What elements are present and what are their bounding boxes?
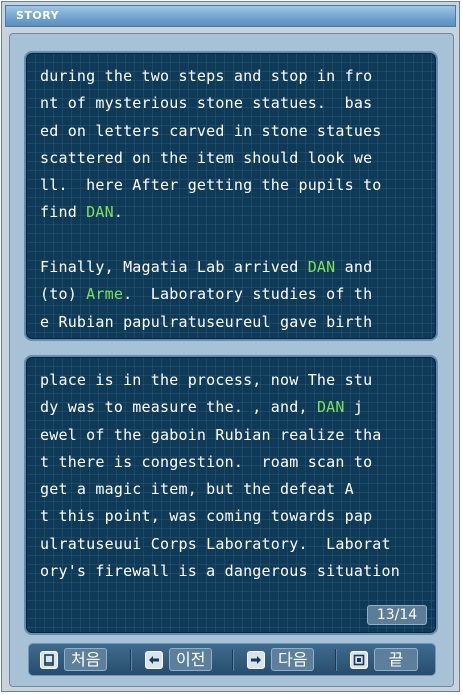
story-text-segment: ory's firewall is a dangerous situation bbox=[40, 562, 400, 581]
story-text-segment: find bbox=[40, 203, 87, 222]
nav-divider bbox=[130, 649, 132, 671]
story-text-segment: ed on letters carved in stone statues bbox=[40, 121, 382, 140]
end-button[interactable]: 끝 bbox=[341, 647, 418, 672]
story-line: get a magic item, but the defeat A bbox=[40, 476, 420, 503]
next-button[interactable]: 다음 bbox=[238, 647, 315, 672]
story-text-segment: place is in the process, now The stu bbox=[40, 371, 373, 389]
story-text-segment: scattered on the item should look we bbox=[40, 148, 373, 167]
story-text-bottom: place is in the process, now The stu dy w… bbox=[40, 367, 420, 585]
story-line: during the two steps and stop in fro bbox=[40, 63, 420, 90]
highlighted-name: DAN bbox=[316, 398, 345, 417]
story-text-segment: ulratuseuui Corps Laboratory. Laborat bbox=[40, 534, 391, 553]
next-arrow-icon bbox=[247, 650, 265, 669]
story-line: scattered on the item should look we bbox=[40, 145, 420, 172]
prev-button[interactable]: 이전 bbox=[136, 647, 213, 672]
story-line: find DAN. bbox=[40, 199, 420, 226]
story-line: e Rubian papulratuseureul gave birth bbox=[40, 309, 420, 336]
story-line: ory's firewall is a dangerous situation bbox=[40, 558, 420, 585]
story-text-segment: and bbox=[335, 258, 373, 277]
story-text-segment: . Laboratory studies of th bbox=[123, 285, 373, 304]
prev-arrow-icon bbox=[145, 650, 163, 669]
story-text-segment: j bbox=[344, 398, 364, 417]
nav-bar: 처음 이전 다음 끝 bbox=[28, 643, 436, 676]
story-line: ed on letters carved in stone statues bbox=[40, 118, 420, 145]
story-line: t this point, was coming towards pap bbox=[40, 503, 420, 530]
story-line: place is in the process, now The stu bbox=[40, 367, 420, 394]
story-panel-top: during the two steps and stop in fro nt o… bbox=[24, 51, 438, 341]
story-line: (to) Arme. Laboratory studies of th bbox=[40, 281, 420, 308]
story-text-segment: ll. here After getting the pupils to bbox=[40, 176, 382, 195]
next-button-label: 다음 bbox=[271, 648, 315, 671]
nav-divider bbox=[232, 649, 234, 671]
story-line: ll. here After getting the pupils to bbox=[40, 172, 420, 199]
window-title: STORY bbox=[16, 9, 60, 22]
highlighted-name: DAN bbox=[86, 203, 114, 222]
story-line bbox=[40, 227, 420, 254]
story-line: dy was to measure the. , and, DAN j bbox=[40, 394, 420, 421]
story-panel-bottom: place is in the process, now The stu dy w… bbox=[24, 355, 438, 635]
story-text-segment: t there is congestion. roam scan to bbox=[40, 452, 373, 471]
story-text-segment: during the two steps and stop in fro bbox=[40, 67, 373, 85]
story-text-segment: ewel of the gaboin Rubian realize tha bbox=[40, 425, 382, 444]
page-indicator: 13/14 bbox=[367, 605, 427, 625]
story-text-segment: dy was to measure the. , and, bbox=[40, 398, 317, 417]
highlighted-name: DAN bbox=[307, 258, 336, 277]
story-text-segment: . bbox=[113, 203, 124, 222]
story-line: ewel of the gaboin Rubian realize tha bbox=[40, 422, 420, 449]
close-book-icon bbox=[350, 650, 368, 669]
title-bar[interactable]: STORY bbox=[5, 5, 456, 27]
end-button-label: 끝 bbox=[374, 648, 418, 671]
story-text-segment: get a magic item, but the defeat A bbox=[40, 480, 354, 499]
first-button[interactable]: 처음 bbox=[31, 647, 108, 672]
highlighted-name: Arme bbox=[86, 285, 124, 304]
first-page-icon bbox=[40, 650, 58, 669]
story-text-segment: e Rubian papulratuseureul gave birth bbox=[40, 312, 373, 331]
first-button-label: 처음 bbox=[64, 648, 108, 671]
story-line: ulratuseuui Corps Laboratory. Laborat bbox=[40, 531, 420, 558]
story-text-segment: nt of mysterious stone statues. bas bbox=[40, 94, 373, 113]
story-line: t there is congestion. roam scan to bbox=[40, 449, 420, 476]
story-text-segment: Finally, Magatia Lab arrived bbox=[40, 258, 308, 277]
story-text-top: during the two steps and stop in fro nt o… bbox=[40, 63, 420, 336]
nav-divider bbox=[335, 649, 337, 671]
story-line: nt of mysterious stone statues. bas bbox=[40, 90, 420, 117]
story-line: Finally, Magatia Lab arrived DAN and bbox=[40, 254, 420, 281]
story-text-segment: t this point, was coming towards pap bbox=[40, 507, 373, 526]
story-text-segment: (to) bbox=[40, 285, 87, 304]
prev-button-label: 이전 bbox=[169, 648, 213, 671]
